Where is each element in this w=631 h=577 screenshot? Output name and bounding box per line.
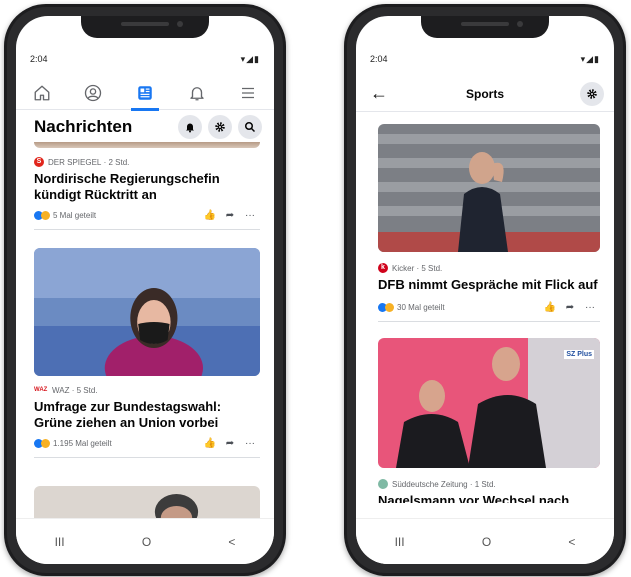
android-nav-bar: III O < [356,518,614,564]
share-icon[interactable]: ➦ [220,210,240,221]
divider [378,321,600,322]
article-source: WAZ WAZ · 5 Std. [34,385,98,395]
article-image: SZ Plus [378,338,600,468]
back-arrow-icon[interactable]: ← [370,84,388,102]
news-icon [138,85,152,100]
signal-icon: ▾◢▮ [240,54,260,64]
status-time: 2:04 [370,54,388,64]
notch [81,16,209,38]
top-nav-tabs [16,76,274,111]
reactions-icon [378,302,394,312]
previous-article-image [34,142,260,148]
recent-apps-button[interactable]: III [395,535,405,549]
home-button[interactable]: O [482,535,491,549]
news-article[interactable]: k Kicker · 5 Std. DFB nimmt Gespräche mi… [378,124,600,322]
tab-news[interactable] [128,78,162,111]
settings-button[interactable] [580,82,604,106]
article-headline[interactable]: Umfrage zur Bundestagswahl: Grüne ziehen… [34,399,260,431]
search-icon [245,122,256,133]
status-bar: 2:04 ▾◢▮ [30,54,260,68]
gear-icon [587,89,597,99]
settings-button[interactable] [208,115,232,139]
kicker-logo-icon: k [378,263,388,273]
recent-apps-button[interactable]: III [55,535,65,549]
tab-home[interactable] [25,78,59,108]
article-headline[interactable]: Nordirische Regierungschefin kündigt Rüc… [34,171,260,203]
article-headline[interactable]: DFB nimmt Gespräche mit Flick auf [378,277,600,293]
page-title: Sports [465,86,504,101]
article-meta: 1.195 Mal geteilt 👍 ➦ ··· [34,437,260,449]
tab-menu[interactable] [231,78,265,108]
share-icon[interactable]: ➦ [220,438,240,449]
reactions-icon [34,210,50,220]
news-article[interactable]: WAZ WAZ · 5 Std. Umfrage zur Bundestagsw… [34,248,260,458]
search-button[interactable] [238,115,262,139]
spiegel-logo-icon: S [34,157,44,167]
status-time: 2:04 [30,54,48,64]
like-icon[interactable]: 👍 [540,302,560,313]
more-icon[interactable]: ··· [240,210,260,221]
left-screen: 2:04 ▾◢▮ Nachrichten S DER SPIEGEL · 2 S… [16,16,274,564]
right-screen: 2:04 ▾◢▮ ← Sports k Kicker · 5 Std. DFB … [356,16,614,564]
like-icon[interactable]: 👍 [200,210,220,221]
left-phone: 2:04 ▾◢▮ Nachrichten S DER SPIEGEL · 2 S… [4,4,286,576]
article-source: Süddeutsche Zeitung · 1 Std. [378,478,600,490]
article-source: k Kicker · 5 Std. [378,262,600,274]
waz-logo-icon: WAZ [34,387,48,393]
page-title: Nachrichten [34,117,133,136]
article-image [34,248,260,376]
sz-plus-badge: SZ Plus [564,350,594,359]
reactions-icon [34,438,50,448]
like-icon[interactable]: 👍 [200,438,220,449]
bell-icon [186,123,194,133]
gear-icon [215,122,225,132]
share-icon[interactable]: ➦ [560,302,580,313]
back-button[interactable]: < [228,535,235,549]
notifications-button[interactable] [178,115,202,139]
right-phone: 2:04 ▾◢▮ ← Sports k Kicker · 5 Std. DFB … [344,4,626,576]
signal-icon: ▾◢▮ [580,54,600,64]
notch [421,16,549,38]
sz-logo-icon [378,479,388,489]
back-button[interactable]: < [568,535,575,549]
status-bar: 2:04 ▾◢▮ [370,54,600,68]
bell-icon [189,86,204,100]
article-meta: 30 Mal geteilt 👍 ➦ ··· [378,301,600,313]
tab-notifications[interactable] [180,78,214,108]
home-button[interactable]: O [142,535,151,549]
divider [34,229,260,230]
article-source: S DER SPIEGEL · 2 Std. [34,156,260,168]
android-nav-bar: III O < [16,518,274,564]
news-header: Nachrichten [34,114,262,140]
article-image [378,124,600,252]
menu-icon [242,87,255,98]
divider [34,457,260,458]
article-meta: 5 Mal geteilt 👍 ➦ ··· [34,209,260,221]
share-count: 5 Mal geteilt [53,210,97,220]
news-article[interactable]: S DER SPIEGEL · 2 Std. Nordirische Regie… [34,156,260,230]
profile-icon [85,84,102,101]
more-icon[interactable]: ··· [240,438,260,449]
home-icon [34,85,50,100]
tab-profile[interactable] [76,78,110,108]
share-count: 30 Mal geteilt [397,302,445,312]
sports-header: ← Sports [356,76,614,112]
article-headline[interactable]: Nagelsmann vor Wechsel nach [378,493,600,503]
news-article[interactable]: SZ Plus Süddeutsche Zeitung · 1 Std. Nag… [378,338,600,503]
more-icon[interactable]: ··· [580,302,600,313]
share-count: 1.195 Mal geteilt [53,438,112,448]
